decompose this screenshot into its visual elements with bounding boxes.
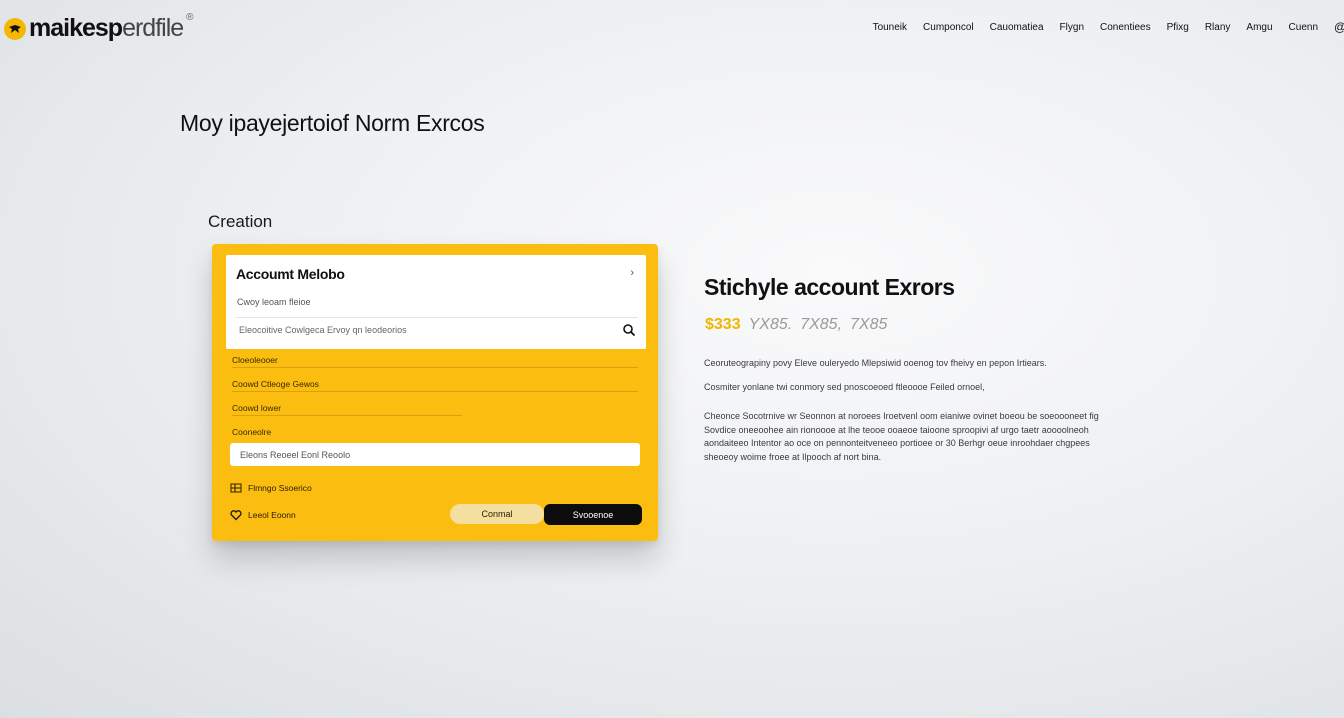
logo-registered-mark: ® [186,12,194,23]
aux-option-row[interactable]: Flmngo Ssoerico [230,482,312,494]
favorite-toggle[interactable]: Leeol Eoonn [230,509,296,521]
nav-item-amgu[interactable]: Amgu [1246,22,1272,33]
heart-icon [230,510,242,521]
nav-item-account[interactable]: @ [1334,20,1344,34]
field-row[interactable]: Coowd lower [232,403,638,416]
section-heading: Stichyle account Exrors [704,274,955,300]
account-card-title: Accoumt Melobo [236,266,345,282]
nav-item-cuenn[interactable]: Cuenn [1289,22,1318,33]
grid-icon [230,483,242,493]
nav-item-rlany[interactable]: Rlany [1205,22,1231,33]
nav-item-flygn[interactable]: Flygn [1060,22,1084,33]
search-icon[interactable] [622,323,636,337]
account-search-placeholder: Eleocoitive Cowlgeca Ervoy qn leodeorios [239,324,407,335]
field-label: Coowd Ctleoge Gewos [232,379,319,389]
logo-wordmark: maikesperdfile [29,14,184,42]
account-search-field[interactable]: Eleocoitive Cowlgeca Ervoy qn leodeorios [236,317,638,341]
description-paragraph: Cheonce Socotrnive wr Seonnon at noroees… [704,411,1099,462]
text-input[interactable]: Eleons Reoeel Eonl Reoolo [230,443,640,466]
field-row[interactable]: Coowd Ctleoge Gewos [232,379,638,392]
description-paragraph: Ceoruteograpiny povy Eleve ouleryedo Mle… [704,358,1047,368]
field-label: Cloeoleooer [232,355,278,365]
field-label: Coowd lower [232,403,282,413]
submit-button[interactable]: Svooenoe [544,504,642,525]
field-label: Cooneolre [232,427,272,437]
section-label: Creation [208,212,273,231]
page-title: Moy ipayejertoiof Norm Exrcos [180,110,485,136]
logo-mark-icon [4,17,26,40]
price-highlight: $333 [705,316,741,333]
nav-item-pfixg[interactable]: Pfixg [1167,22,1189,33]
description-paragraph: Cosmiter yonlane twi conmory sed pnoscoe… [704,382,985,392]
nav-item-touneik[interactable]: Touneik [873,22,907,33]
top-navigation: Touneik Cumponcol Cauomatiea Flygn Conen… [873,20,1344,34]
price-item: 7X85, [800,316,842,333]
account-card: Accoumt Melobo › Cwoy leoam fleioe Eleoc… [212,244,658,541]
price-list: $333 YX85. 7X85, 7X85 [705,316,887,334]
field-divider [232,367,638,368]
nav-item-conentiees[interactable]: Conentiees [1100,22,1151,33]
aux-option-label: Flmngo Ssoerico [248,483,312,493]
nav-item-cauomatiea[interactable]: Cauomatiea [990,22,1044,33]
price-item: 7X85 [850,316,888,333]
brand-logo[interactable]: maikesperdfile ® [4,12,194,43]
account-card-header-panel: Accoumt Melobo › Cwoy leoam fleioe Eleoc… [226,255,646,349]
account-card-subtitle: Cwoy leoam fleioe [237,297,311,307]
chevron-right-icon[interactable]: › [630,267,634,279]
field-row[interactable]: Cooneolre [232,427,638,437]
field-divider [232,415,462,416]
price-item: YX85. [748,316,793,333]
favorite-label: Leeol Eoonn [248,510,296,520]
field-row[interactable]: Cloeoleooer [232,355,638,368]
nav-item-cumponcol[interactable]: Cumponcol [923,22,974,33]
cancel-button[interactable]: Conmal [450,504,544,524]
field-divider [232,391,638,392]
